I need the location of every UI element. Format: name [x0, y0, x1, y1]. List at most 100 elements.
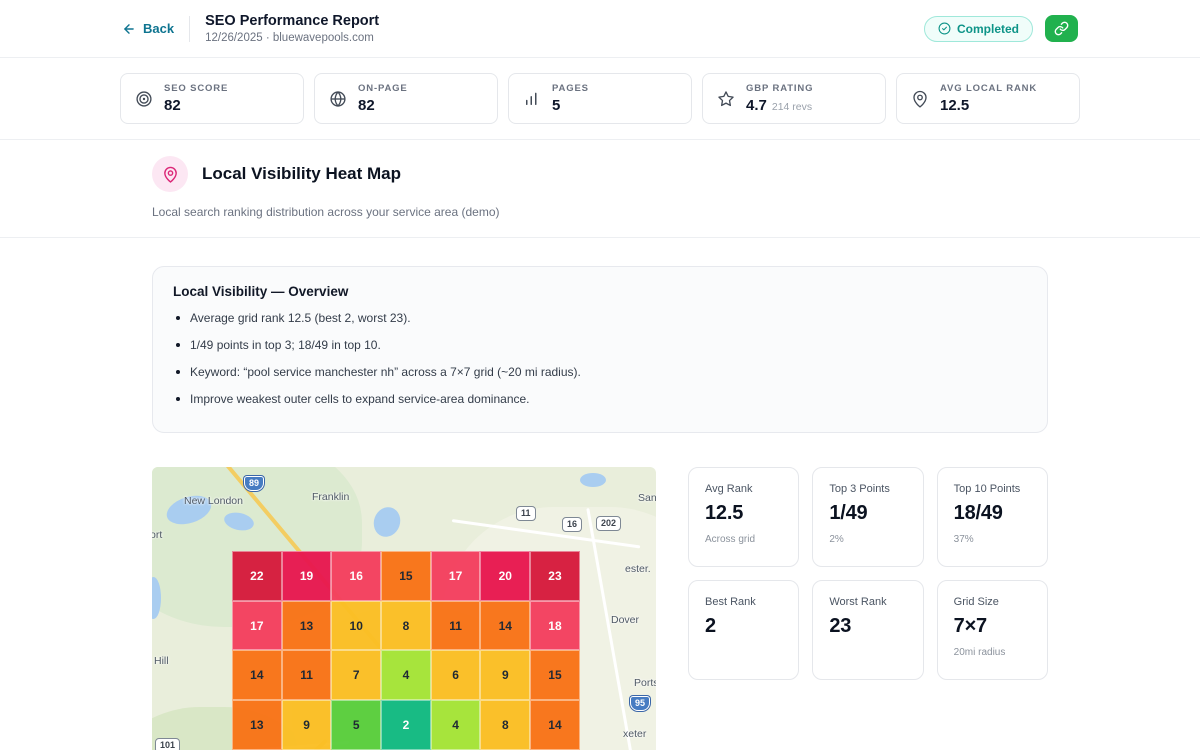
stat-label: ON-PAGE — [358, 83, 408, 94]
metric-sub: 20mi radius — [954, 647, 1031, 658]
bar-chart-icon — [523, 90, 541, 108]
stat-label: GBP RATING — [746, 83, 813, 94]
metric-card-grid-size: Grid Size7×720mi radius — [937, 580, 1048, 680]
map-town-label: Sanf — [638, 492, 656, 504]
heatmap-cell-r2c7: 18 — [530, 601, 580, 651]
heatmap-cell-r2c3: 10 — [331, 601, 381, 651]
heatmap-cell-r3c6: 9 — [480, 650, 530, 700]
star-icon — [717, 90, 735, 108]
heatmap-cell-r4c6: 8 — [480, 700, 530, 750]
heatmap-cell-r4c4: 2 — [381, 700, 431, 750]
route-shield-89: 89 — [244, 476, 264, 491]
metric-sub: 37% — [954, 534, 1031, 545]
target-icon — [135, 90, 153, 108]
share-link-button[interactable] — [1045, 15, 1078, 42]
stat-value: 82 — [164, 97, 228, 114]
heatmap-cell-r1c2: 19 — [282, 551, 332, 601]
status-badge: Completed — [924, 16, 1033, 42]
local-visibility-map[interactable]: 2219161517202317131081114181411746915139… — [152, 467, 656, 750]
stat-card-pages: PAGES5 — [508, 73, 692, 124]
back-label: Back — [143, 21, 174, 36]
map-pin-badge — [152, 156, 188, 192]
stat-value: 4.7214 revs — [746, 97, 813, 114]
seo-report-page: Back SEO Performance Report 12/26/2025 ·… — [0, 0, 1200, 750]
heatmap-cell-r2c1: 17 — [232, 601, 282, 651]
metric-card-worst-rank: Worst Rank 23 — [812, 580, 923, 680]
status-badge-label: Completed — [957, 22, 1019, 36]
overview-card: Local Visibility — Overview Average grid… — [152, 266, 1048, 433]
header-right: Completed — [924, 15, 1078, 42]
heatmap-cell-r3c3: 7 — [331, 650, 381, 700]
metric-label: Worst Rank — [829, 596, 906, 608]
heatmap-cell-r4c5: 4 — [431, 700, 481, 750]
map-town-label: xeter — [623, 728, 646, 740]
metric-card-top-3-points: Top 3 Points 1/49 2% — [812, 467, 923, 567]
route-shield-101: 101 — [155, 738, 180, 750]
heatmap-cell-r4c1: 13 — [232, 700, 282, 750]
map-town-label: ort — [152, 529, 162, 541]
stat-card-avg-local-rank: AVG LOCAL RANK 12.5 — [896, 73, 1080, 124]
heatmap-grid: 2219161517202317131081114181411746915139… — [232, 551, 580, 750]
stat-value: 82 — [358, 97, 408, 114]
stats-row: SEO SCORE 82 ON-PAGE 82 PAGES5 GBP RATING 4.72… — [0, 58, 1200, 140]
metric-value: 18/49 — [954, 502, 1031, 525]
heatmap-cell-r3c1: 14 — [232, 650, 282, 700]
overview-bullet: 1/49 points in top 3; 18/49 in top 10. — [173, 336, 1027, 354]
header-divider — [189, 16, 190, 42]
stat-card-seo-score: SEO SCORE 82 — [120, 73, 304, 124]
metric-label: Avg Rank — [705, 483, 782, 495]
back-button[interactable]: Back — [122, 21, 174, 36]
heatmap-cell-r2c2: 13 — [282, 601, 332, 651]
stat-label: SEO SCORE — [164, 83, 228, 94]
metric-value: 12.5 — [705, 502, 782, 525]
heatmap-cell-r1c1: 22 — [232, 551, 282, 601]
metric-value: 1/49 — [829, 502, 906, 525]
map-town-label: Hill — [154, 655, 169, 667]
metric-label: Top 3 Points — [829, 483, 906, 495]
metric-value: 23 — [829, 615, 906, 638]
heatmap-cell-r4c3: 5 — [331, 700, 381, 750]
metric-label: Top 10 Points — [954, 483, 1031, 495]
heatmap-cell-r3c2: 11 — [282, 650, 332, 700]
globe-icon — [329, 90, 347, 108]
metric-sub: 2% — [829, 534, 906, 545]
section-subtitle: Local search ranking distribution across… — [152, 205, 1048, 219]
heatmap-cell-r3c5: 6 — [431, 650, 481, 700]
page-title: SEO Performance Report — [205, 13, 379, 29]
heatmap-cell-r4c7: 14 — [530, 700, 580, 750]
back-arrow-icon — [122, 22, 136, 36]
map-pin-icon — [911, 90, 929, 108]
map-lake — [370, 503, 405, 540]
heatmap-cell-r1c7: 23 — [530, 551, 580, 601]
metric-value: 2 — [705, 615, 782, 638]
map-pin-icon — [162, 166, 179, 183]
metrics-grid: Avg Rank12.5Across gridTop 3 Points1/492… — [688, 467, 1048, 750]
overview-bullet: Keyword: “pool service manchester nh” ac… — [173, 363, 1027, 381]
route-shield-16: 16 — [562, 517, 582, 532]
stat-label: AVG LOCAL RANK — [940, 83, 1037, 94]
stat-card-on-page: ON-PAGE 82 — [314, 73, 498, 124]
route-shield-95: 95 — [630, 696, 650, 711]
heatmap-cell-r1c5: 17 — [431, 551, 481, 601]
title-block: SEO Performance Report 12/26/2025 · blue… — [205, 13, 379, 44]
stat-value: 12.5 — [940, 97, 1037, 114]
overview-bullet: Improve weakest outer cells to expand se… — [173, 390, 1027, 408]
heatmap-cell-r2c6: 14 — [480, 601, 530, 651]
route-shield-11: 11 — [516, 506, 536, 521]
map-town-label: Franklin — [312, 491, 349, 503]
map-town-label: New London — [184, 495, 243, 507]
heatmap-section: 2219161517202317131081114181411746915139… — [152, 467, 1048, 750]
stat-value: 5 — [552, 97, 589, 114]
heatmap-cell-r4c2: 9 — [282, 700, 332, 750]
check-circle-icon — [938, 22, 951, 35]
heatmap-cell-r3c7: 15 — [530, 650, 580, 700]
heatmap-cell-r3c4: 4 — [381, 650, 431, 700]
map-lake — [580, 473, 606, 487]
section-title: Local Visibility Heat Map — [202, 164, 401, 184]
map-town-label: Ports — [634, 677, 656, 689]
report-header: Back SEO Performance Report 12/26/2025 ·… — [0, 0, 1200, 58]
heatmap-cell-r2c5: 11 — [431, 601, 481, 651]
section-header: Local Visibility Heat Map Local search r… — [0, 140, 1200, 238]
section-title-row: Local Visibility Heat Map — [152, 156, 1048, 192]
link-icon — [1054, 21, 1069, 36]
